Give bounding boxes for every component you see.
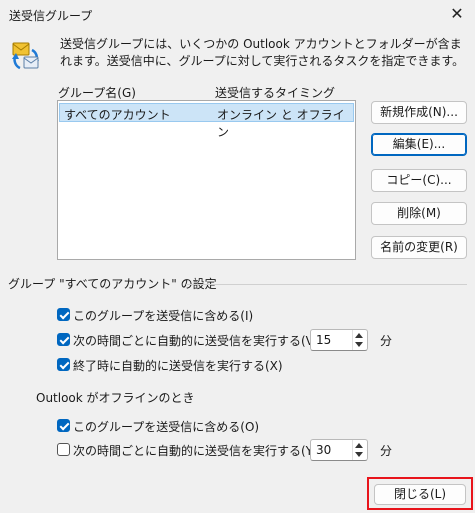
spin-up-icon[interactable] xyxy=(355,443,363,448)
online-minutes-stepper[interactable]: 15 xyxy=(310,329,368,351)
column-timing[interactable]: 送受信するタイミング xyxy=(215,84,335,101)
include-online-checkbox[interactable] xyxy=(57,308,70,321)
auto-offline-label[interactable]: 次の時間ごとに自動的に送受信を実行する(Y) xyxy=(73,442,318,459)
highlight-box xyxy=(367,477,473,510)
window-title: 送受信グループ xyxy=(9,9,93,23)
close-icon[interactable]: ✕ xyxy=(445,2,469,26)
edit-button[interactable]: 編集(E)... xyxy=(371,133,467,156)
exit-sync-checkbox[interactable] xyxy=(57,358,70,371)
online-minutes-value[interactable]: 15 xyxy=(316,333,331,347)
offline-minutes-value[interactable]: 30 xyxy=(316,443,331,457)
include-offline-label[interactable]: このグループを送受信に含める(O) xyxy=(73,418,259,435)
divider xyxy=(186,284,467,285)
spin-arrows[interactable] xyxy=(352,440,367,460)
list-item-name: すべてのアカウント xyxy=(64,108,171,122)
offline-minutes-stepper[interactable]: 30 xyxy=(310,439,368,461)
spin-up-icon[interactable] xyxy=(355,333,363,338)
column-group-name[interactable]: グループ名(G) xyxy=(58,84,136,101)
list-item[interactable]: すべてのアカウント オンライン と オフライン xyxy=(59,103,354,139)
spin-down-icon[interactable] xyxy=(355,342,363,347)
description-text: 送受信グループには、いくつかの Outlook アカウントとフォルダーが含まれま… xyxy=(60,37,465,68)
minutes-unit: 分 xyxy=(380,334,393,348)
auto-offline-checkbox[interactable] xyxy=(57,443,70,456)
minutes-unit: 分 xyxy=(380,444,393,458)
auto-online-checkbox[interactable] xyxy=(57,333,70,346)
offline-section-title: Outlook がオフラインのとき xyxy=(36,391,195,405)
delete-button[interactable]: 削除(M) xyxy=(371,202,467,225)
new-button[interactable]: 新規作成(N)... xyxy=(371,101,467,124)
auto-online-label[interactable]: 次の時間ごとに自動的に送受信を実行する(V) xyxy=(73,332,319,349)
group-list[interactable]: すべてのアカウント オンライン と オフライン xyxy=(57,100,356,260)
include-offline-checkbox[interactable] xyxy=(57,419,70,432)
send-receive-icon xyxy=(10,40,42,72)
copy-button[interactable]: コピー(C)... xyxy=(371,169,467,192)
include-online-label[interactable]: このグループを送受信に含める(I) xyxy=(73,307,253,324)
list-item-timing: オンライン と オフライン xyxy=(217,108,345,139)
spin-down-icon[interactable] xyxy=(355,452,363,457)
rename-button[interactable]: 名前の変更(R) xyxy=(371,236,467,259)
exit-sync-label[interactable]: 終了時に自動的に送受信を実行する(X) xyxy=(73,357,283,374)
spin-arrows[interactable] xyxy=(352,330,367,350)
